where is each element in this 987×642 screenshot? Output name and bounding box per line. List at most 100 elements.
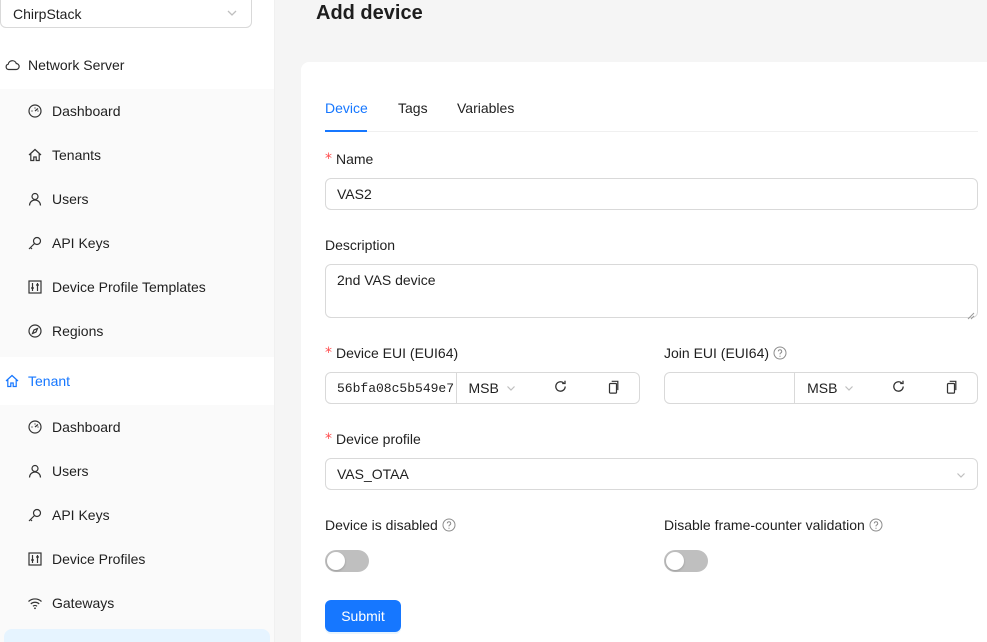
sidebar-item-ns-tenants[interactable]: Tenants [0,133,274,177]
dev-eui-label: * Device EUI (EUI64) [325,344,458,362]
join-eui-generate-button[interactable] [873,373,925,403]
sidebar-item-label: Regions [52,323,104,339]
dashboard-icon [27,103,43,119]
tenant-select-value: ChirpStack [13,5,82,22]
submit-button[interactable]: Submit [325,600,401,632]
chevron-down-icon [843,381,855,393]
sidebar-group-network-server[interactable]: Network Server [0,41,274,89]
switch-knob [666,552,684,570]
tenant-select[interactable]: ChirpStack [0,0,252,28]
chevron-down-icon [955,468,967,480]
sidebar-item-tenant-dashboard[interactable]: Dashboard [0,405,274,449]
sidebar-item-tenant-gateways[interactable]: Gateways [0,581,274,625]
is-disabled-switch[interactable] [325,550,369,572]
sidebar-item-label: API Keys [52,235,110,251]
dashboard-icon [27,419,43,435]
join-eui-copy-button[interactable] [925,373,977,403]
copy-icon [606,380,620,397]
sidebar-item-label: Device Profile Templates [52,279,206,295]
sidebar-group-label: Network Server [28,57,125,73]
wifi-icon [27,595,43,611]
key-icon [27,235,43,251]
join-eui-input[interactable] [665,373,796,403]
sidebar-item-label: Users [52,463,89,479]
sidebar-group-tenant[interactable]: Tenant [0,357,274,405]
sidebar-item-tenant-device-profiles[interactable]: Device Profiles [0,537,274,581]
device-tabs: Device Tags Variables [325,90,978,132]
dev-eui-copy-button[interactable] [587,373,639,403]
device-profile-label: * Device profile [325,430,421,448]
sidebar-item-label: Tenants [52,147,102,163]
device-profile-value: VAS_OTAA [337,466,409,482]
description-value: 2nd VAS device [337,272,436,288]
tab-variables[interactable]: Variables [457,100,514,116]
sidebar-item-label: Users [52,191,89,207]
is-disabled-label: Device is disabled [325,516,456,534]
description-label: Description [325,236,395,254]
chevron-down-icon [505,381,517,393]
sidebar-item-label: API Keys [52,507,110,523]
switch-knob [327,552,345,570]
sidebar-submenu-network-server: Dashboard Tenants Users API Keys Device … [0,89,274,357]
join-eui-group: MSB [664,372,978,404]
description-textarea[interactable]: 2nd VAS device [325,264,978,320]
tab-tags[interactable]: Tags [398,100,428,116]
user-icon [27,191,43,207]
is-disabled-label-text: Device is disabled [325,517,438,533]
sidebar-item-ns-device-profile-templates[interactable]: Device Profile Templates [0,265,274,309]
dev-eui-byte-order-value: MSB [468,380,499,396]
key-icon [27,507,43,523]
skip-fcnt-switch[interactable] [664,550,708,572]
dev-eui-generate-button[interactable] [534,373,586,403]
dev-eui-byte-order-select[interactable]: MSB [457,373,535,403]
name-input[interactable]: VAS2 [325,178,978,210]
join-eui-byte-order-value: MSB [807,380,838,396]
device-profile-select[interactable]: VAS_OTAA [325,458,978,490]
sidebar-item-ns-users[interactable]: Users [0,177,274,221]
chevron-down-icon [225,6,239,20]
sidebar-item-tenant-api-keys[interactable]: API Keys [0,493,274,537]
reload-icon [553,379,568,397]
dev-eui-label-text: Device EUI (EUI64) [336,345,459,361]
sidebar-submenu-tenant: Dashboard Users API Keys Device Profiles… [0,405,274,642]
skip-fcnt-label-text: Disable frame-counter validation [664,517,865,533]
resize-grip-icon[interactable] [967,307,975,320]
question-circle-icon[interactable] [442,518,456,532]
question-circle-icon[interactable] [773,346,787,360]
required-mark: * [325,345,332,361]
sidebar-group-label: Tenant [28,373,71,389]
join-eui-byte-order-select[interactable]: MSB [795,373,873,403]
dev-eui-input[interactable]: 56bfa08c5b549e7 [326,373,457,403]
sidebar-item-ns-regions[interactable]: Regions [0,309,274,353]
tab-active-indicator [325,130,367,132]
required-mark: * [325,151,332,167]
device-profile-label-text: Device profile [336,431,421,447]
name-label-text: Name [336,151,374,167]
sidebar-item-selected-partial[interactable] [4,629,270,642]
sidebar-item-tenant-users[interactable]: Users [0,449,274,493]
question-circle-icon[interactable] [869,518,883,532]
join-eui-label-text: Join EUI (EUI64) [664,345,770,361]
user-icon [27,463,43,479]
cloud-icon [4,57,20,73]
home-icon [27,147,43,163]
tab-device[interactable]: Device [325,100,368,116]
home-icon [4,373,20,389]
sidebar-item-label: Dashboard [52,103,121,119]
sidebar-item-label: Device Profiles [52,551,146,567]
sidebar-item-label: Dashboard [52,419,121,435]
sidebar-item-ns-dashboard[interactable]: Dashboard [0,89,274,133]
skip-fcnt-label: Disable frame-counter validation [664,516,883,534]
compass-icon [27,323,43,339]
sidebar-item-label: Gateways [52,595,115,611]
sidebar: ChirpStack Network Server Dashboard Tena… [0,0,275,642]
sliders-icon [27,551,43,567]
dev-eui-group: 56bfa08c5b549e7 MSB [325,372,640,404]
description-label-text: Description [325,237,396,253]
name-label: * Name [325,150,373,168]
required-mark: * [325,431,332,447]
join-eui-label: Join EUI (EUI64) [664,344,787,362]
reload-icon [891,379,906,397]
page-title: Add device [316,2,423,24]
sidebar-item-ns-api-keys[interactable]: API Keys [0,221,274,265]
